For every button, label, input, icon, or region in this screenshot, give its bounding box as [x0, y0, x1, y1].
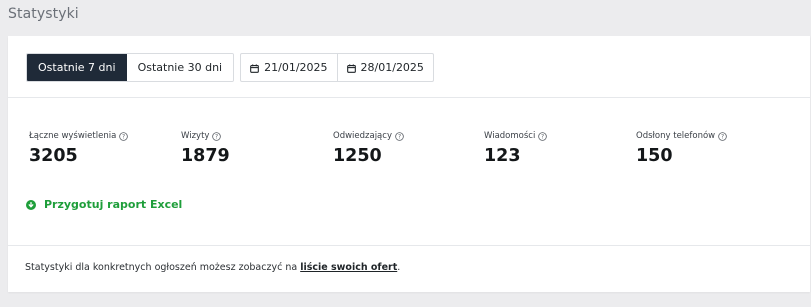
date-from-value: 21/01/2025	[264, 61, 328, 74]
stat-value: 1879	[181, 146, 230, 166]
stat-label: Wizyty	[181, 131, 210, 141]
stat-phone-views: Odsłony telefonów ? 150	[636, 131, 727, 166]
svg-text:?: ?	[721, 134, 724, 140]
divider	[8, 245, 810, 246]
svg-text:?: ?	[215, 134, 218, 140]
svg-text:?: ?	[541, 134, 544, 140]
page-title: Statystyki	[8, 6, 79, 22]
help-icon[interactable]: ?	[119, 131, 129, 141]
footer-text: Statystyki dla konkretnych ogłoszeń może…	[25, 262, 301, 273]
help-icon[interactable]: ?	[395, 131, 404, 141]
help-icon[interactable]: ?	[718, 131, 727, 141]
stat-value: 150	[636, 146, 673, 166]
date-to-value: 28/01/2025	[360, 61, 424, 74]
help-icon[interactable]: ?	[538, 131, 548, 141]
divider	[8, 97, 810, 98]
stat-total-views: Łączne wyświetlenia ? 3205	[29, 131, 129, 166]
filter-controls: Ostatnie 7 dni Ostatnie 30 dni 21/01/202…	[26, 53, 434, 82]
date-range-picker: 21/01/2025 28/01/2025	[240, 53, 434, 82]
stat-visitors: Odwiedzający ? 1250	[333, 131, 404, 166]
download-circle-icon	[26, 199, 36, 210]
calendar-icon	[346, 63, 356, 73]
svg-text:?: ?	[398, 134, 401, 140]
svg-text:?: ?	[122, 134, 125, 140]
stat-value: 3205	[29, 146, 78, 166]
tab-last-7-days[interactable]: Ostatnie 7 dni	[27, 54, 127, 81]
excel-report-label: Przygotuj raport Excel	[44, 198, 183, 211]
stat-label: Odwiedzający	[333, 131, 392, 141]
stat-label: Łączne wyświetlenia	[29, 131, 117, 141]
stat-messages: Wiadomości ? 123	[484, 131, 548, 166]
stat-label: Odsłony telefonów	[636, 131, 716, 141]
range-tabs: Ostatnie 7 dni Ostatnie 30 dni	[26, 53, 235, 82]
help-icon[interactable]: ?	[212, 131, 222, 141]
stat-value: 1250	[333, 146, 382, 166]
footer-text-end: .	[397, 262, 401, 273]
calendar-icon	[250, 63, 259, 73]
date-from-button[interactable]: 21/01/2025	[241, 54, 336, 81]
stat-label: Wiadomości	[484, 131, 536, 141]
stat-visits: Wizyty ? 1879	[181, 131, 230, 166]
excel-report-link[interactable]: Przygotuj raport Excel	[26, 198, 182, 211]
date-to-button[interactable]: 28/01/2025	[336, 54, 433, 81]
stat-value: 123	[484, 146, 521, 166]
stats-row: Łączne wyświetlenia ? 3205 Wizyty ? 1879…	[29, 131, 799, 171]
statistics-card: Ostatnie 7 dni Ostatnie 30 dni 21/01/202…	[8, 36, 810, 292]
tab-last-30-days[interactable]: Ostatnie 30 dni	[126, 54, 234, 81]
my-offers-link[interactable]: liście swoich ofert	[300, 262, 397, 273]
footer-note: Statystyki dla konkretnych ogłoszeń może…	[25, 262, 400, 273]
